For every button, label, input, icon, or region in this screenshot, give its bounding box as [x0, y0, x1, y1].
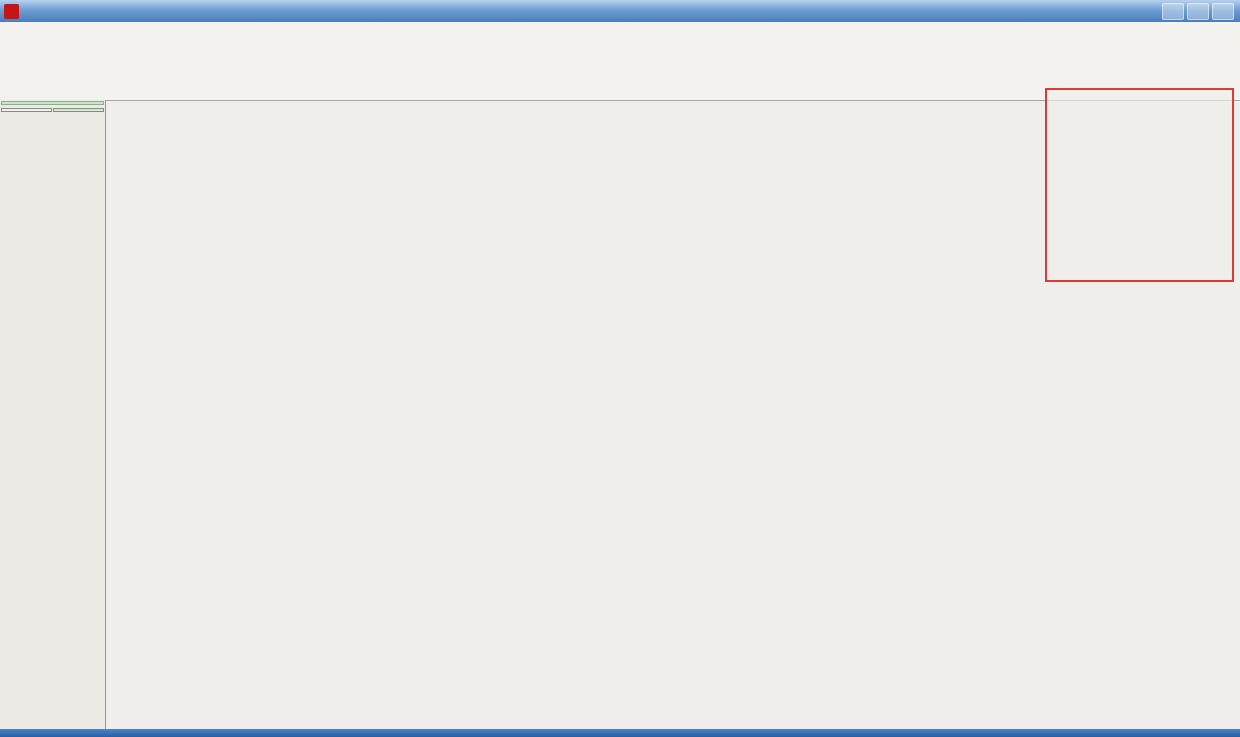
menu-bar	[0, 22, 1240, 47]
minimize-button[interactable]	[1162, 3, 1184, 20]
close-button[interactable]	[1212, 3, 1234, 20]
title-bar	[0, 0, 1240, 22]
calc-panel	[0, 100, 106, 729]
main-toolbar	[0, 46, 1240, 78]
annotation-box	[1045, 88, 1234, 282]
calc-support-button[interactable]	[53, 108, 104, 112]
maximize-button[interactable]	[1187, 3, 1209, 20]
instrument-title	[1, 101, 104, 105]
status-bar	[0, 729, 1240, 737]
app-icon	[4, 4, 19, 19]
calc-resistance-button[interactable]	[1, 108, 52, 112]
